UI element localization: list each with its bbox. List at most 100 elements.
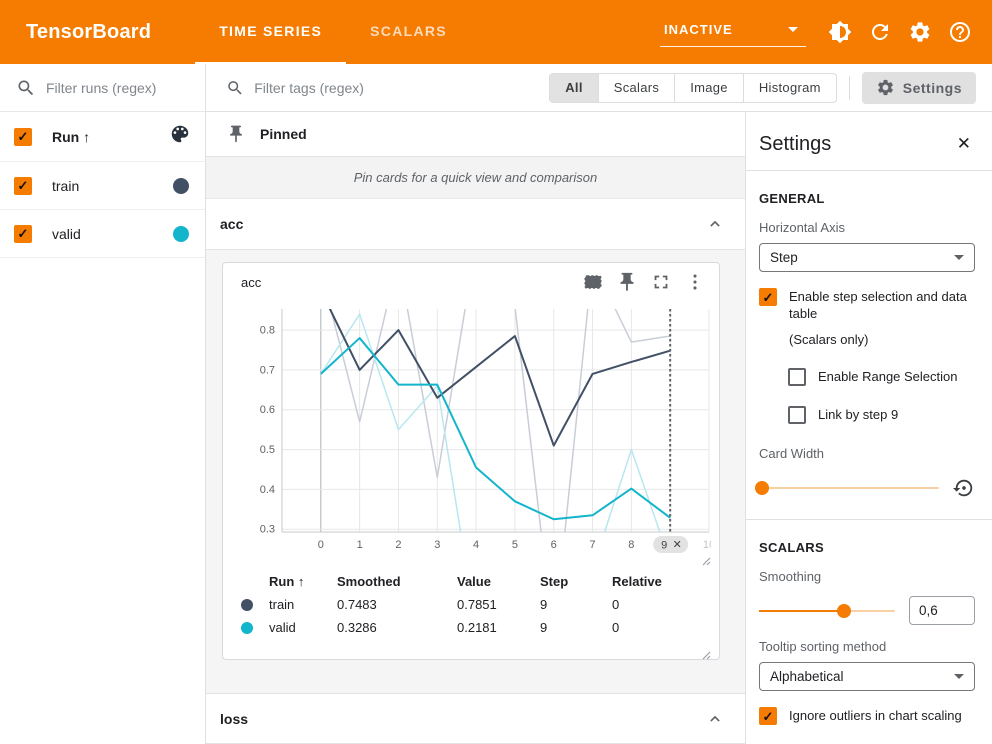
- tab-time-series[interactable]: TIME SERIES: [195, 0, 346, 64]
- tooltip-sort-select[interactable]: Alphabetical: [759, 662, 975, 691]
- search-icon: [226, 78, 244, 98]
- toolbar-divider: [849, 76, 850, 100]
- col-header-relative: Relative: [612, 574, 719, 589]
- select-all-runs-checkbox[interactable]: [14, 128, 32, 146]
- section-header-loss[interactable]: loss: [206, 693, 745, 744]
- header-icons: [820, 20, 980, 44]
- help-icon-button[interactable]: [948, 20, 972, 44]
- fit-to-domain-icon-button[interactable]: [581, 270, 605, 294]
- filter-pill-image[interactable]: Image: [674, 74, 743, 102]
- svg-text:0.7: 0.7: [260, 364, 275, 376]
- cell-step: 9: [540, 597, 612, 612]
- svg-text:2: 2: [395, 539, 401, 551]
- link-by-step-checkbox[interactable]: [788, 406, 806, 424]
- step-selection-checkbox[interactable]: [759, 288, 777, 306]
- ignore-outliers-row[interactable]: Ignore outliers in chart scaling: [759, 707, 975, 725]
- slider-thumb[interactable]: [837, 604, 851, 618]
- tags-filter-row: [226, 78, 549, 98]
- filter-pill-all[interactable]: All: [550, 74, 598, 102]
- runs-filter-input[interactable]: [46, 80, 205, 96]
- table-row-train: train 0.7483 0.7851 9 0: [241, 593, 719, 616]
- app-header: TensorBoard TIME SERIES SCALARS INACTIVE: [0, 0, 992, 64]
- col-header-step: Step: [540, 574, 612, 589]
- card-header: acc: [223, 263, 719, 301]
- svg-text:0.5: 0.5: [260, 444, 275, 456]
- chart-resize-handle[interactable]: [701, 553, 711, 565]
- chevron-up-icon[interactable]: [705, 709, 725, 729]
- gear-icon-button[interactable]: [908, 20, 932, 44]
- palette-icon-button[interactable]: [169, 123, 191, 150]
- range-selection-label: Enable Range Selection: [818, 368, 958, 385]
- header-spacer: [471, 0, 660, 64]
- runs-sidebar: Run ↑ train valid: [0, 64, 206, 744]
- svg-text:0.8: 0.8: [260, 325, 275, 337]
- step-selection-note: (Scalars only): [789, 331, 868, 348]
- cell-relative: 0: [612, 597, 719, 612]
- tags-filter-input[interactable]: [254, 80, 549, 96]
- dark-mode-toggle-button[interactable]: [828, 20, 852, 44]
- section-header-acc[interactable]: acc: [206, 199, 745, 250]
- pinned-title: Pinned: [260, 126, 307, 142]
- col-header-value: Value: [457, 574, 540, 589]
- scalars-heading: SCALARS: [759, 540, 975, 555]
- link-by-step-row[interactable]: Link by step 9: [788, 406, 975, 424]
- tab-scalars[interactable]: SCALARS: [346, 0, 471, 64]
- cell-value: 0.2181: [457, 620, 540, 635]
- run-row-valid[interactable]: valid: [0, 210, 205, 258]
- step-selection-row[interactable]: Enable step selection and data table(Sca…: [759, 288, 975, 348]
- run-color-swatch-train: [173, 178, 189, 194]
- col-header-smoothed: Smoothed: [337, 574, 457, 589]
- svg-text:5: 5: [512, 539, 518, 551]
- pinned-empty-message: Pin cards for a quick view and compariso…: [206, 157, 745, 199]
- fullscreen-icon-button[interactable]: [649, 270, 673, 294]
- general-heading: GENERAL: [759, 191, 975, 206]
- cell-run: valid: [269, 620, 337, 635]
- cell-relative: 0: [612, 620, 719, 635]
- search-icon: [16, 78, 36, 98]
- horizontal-axis-select[interactable]: Step: [759, 243, 975, 272]
- run-label-train: train: [52, 178, 173, 194]
- card-data-table: Run ↑ Smoothed Value Step Relative train…: [223, 565, 719, 647]
- filter-pill-histogram[interactable]: Histogram: [743, 74, 836, 102]
- pin-card-icon-button[interactable]: [615, 270, 639, 294]
- svg-text:0.4: 0.4: [260, 484, 275, 496]
- refresh-button[interactable]: [868, 20, 892, 44]
- card-title: acc: [241, 275, 571, 290]
- section-title-loss: loss: [220, 711, 248, 727]
- cell-smoothed: 0.3286: [337, 620, 457, 635]
- filter-pill-scalars[interactable]: Scalars: [598, 74, 674, 102]
- settings-button-label: Settings: [903, 80, 962, 96]
- reset-card-width-icon-button[interactable]: [953, 477, 975, 499]
- link-by-step-label: Link by step 9: [818, 406, 898, 423]
- chevron-up-icon[interactable]: [705, 214, 725, 234]
- slider-thumb[interactable]: [755, 481, 769, 495]
- cards-area: Pinned Pin cards for a quick view and co…: [206, 112, 745, 744]
- ignore-outliers-label: Ignore outliers in chart scaling: [789, 707, 962, 724]
- run-row-train[interactable]: train: [0, 162, 205, 210]
- more-options-icon-button[interactable]: [683, 270, 707, 294]
- runs-column-header[interactable]: Run ↑: [52, 129, 169, 145]
- reload-status-dropdown[interactable]: INACTIVE: [660, 18, 806, 47]
- run-checkbox-train[interactable]: [14, 177, 32, 195]
- tags-toolbar: All Scalars Image Histogram Settings: [206, 64, 992, 112]
- horizontal-axis-label: Horizontal Axis: [759, 220, 975, 235]
- ignore-outliers-checkbox[interactable]: [759, 707, 777, 725]
- table-row-valid: valid 0.3286 0.2181 9 0: [241, 616, 719, 639]
- smoothing-label: Smoothing: [759, 569, 975, 584]
- smoothing-value-input[interactable]: [909, 596, 975, 625]
- close-icon[interactable]: ✕: [953, 132, 975, 156]
- range-selection-checkbox[interactable]: [788, 368, 806, 386]
- step-selection-label: Enable step selection and data table(Sca…: [789, 288, 975, 348]
- smoothing-slider[interactable]: [759, 604, 895, 618]
- horizontal-axis-value: Step: [770, 250, 798, 265]
- settings-button[interactable]: Settings: [862, 72, 976, 104]
- sort-arrow-icon: ↑: [83, 129, 90, 145]
- col-header-run[interactable]: Run ↑: [269, 574, 337, 589]
- run-checkbox-valid[interactable]: [14, 225, 32, 243]
- range-selection-row[interactable]: Enable Range Selection: [788, 368, 975, 386]
- table-resize-handle[interactable]: [701, 647, 711, 655]
- run-label-valid: valid: [52, 226, 173, 242]
- acc-line-chart[interactable]: 0.30.40.50.60.70.8012345678109✕: [237, 301, 711, 553]
- card-width-slider[interactable]: [759, 481, 939, 495]
- runs-filter-row: [0, 64, 205, 112]
